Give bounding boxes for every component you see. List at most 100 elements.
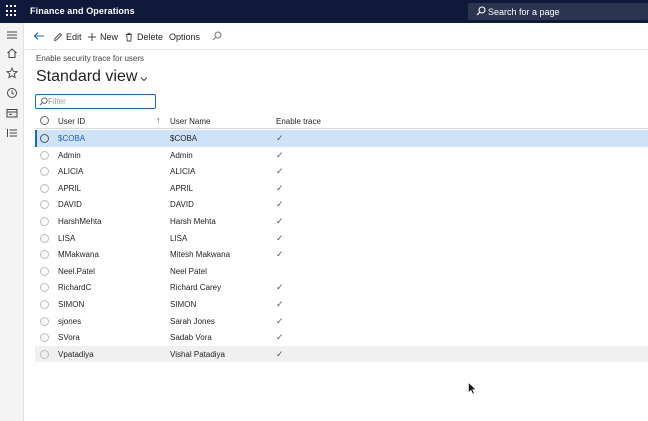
list-icon[interactable] (6, 127, 18, 139)
options-button[interactable]: Options (169, 30, 200, 44)
row-select-radio[interactable] (40, 250, 49, 260)
cell-user-id[interactable]: $COBA (58, 134, 85, 143)
row-select-radio[interactable] (40, 183, 49, 193)
table-row[interactable]: Neel.Patel Neel Patel (35, 263, 648, 280)
column-header-user-id[interactable]: User ID (58, 117, 85, 126)
workspace-icon[interactable] (6, 107, 18, 119)
row-select-radio[interactable] (40, 300, 49, 309)
home-icon[interactable] (6, 47, 18, 59)
row-select-radio[interactable] (40, 316, 49, 326)
column-header-enable-trace[interactable]: Enable trace (276, 117, 321, 126)
back-arrow-icon[interactable] (33, 31, 45, 41)
filter-input[interactable] (48, 96, 153, 107)
cell-user-name: Neel Patel (170, 266, 207, 276)
cell-user-id[interactable]: Admin (58, 151, 81, 160)
cell-user-id[interactable]: LISA (58, 234, 75, 243)
table-row[interactable]: SVora Sadab Vora ✓ (35, 329, 648, 346)
cell-user-name: Sadab Vora (170, 333, 212, 343)
enable-trace-checkmark[interactable]: ✓ (276, 199, 284, 210)
main-content: Edit New Delete Options Enable security … (24, 23, 648, 421)
cell-user-id[interactable]: RichardC (58, 283, 91, 292)
table-row[interactable]: ALICIA ALICIA ✓ (35, 163, 648, 180)
cell-user-name: Harsh Mehta (170, 217, 216, 226)
table-row[interactable]: DAVID DAVID ✓ (35, 196, 648, 213)
table-row[interactable]: RichardC Richard Carey ✓ (35, 279, 648, 296)
cell-user-name: ALICIA (170, 167, 196, 177)
row-select-radio[interactable] (40, 150, 49, 160)
enable-trace-checkmark[interactable]: ✓ (276, 133, 284, 144)
column-header-user-name[interactable]: User Name (170, 117, 210, 126)
delete-button[interactable]: Delete (124, 30, 163, 44)
app-header: Finance and Operations Search for a page (0, 0, 648, 23)
cell-user-name: $COBA (170, 134, 198, 143)
select-all-radio[interactable] (40, 116, 49, 125)
table-row[interactable]: Admin Admin ✓ (35, 147, 648, 164)
row-select-radio[interactable] (40, 167, 49, 177)
cell-user-id[interactable]: SIMON (58, 300, 84, 309)
action-search-icon[interactable] (212, 31, 222, 41)
mouse-pointer-icon (468, 382, 477, 395)
row-select-radio[interactable] (40, 333, 49, 343)
cell-user-id[interactable]: ALICIA (58, 167, 83, 176)
edit-button-label: Edit (66, 32, 82, 42)
table-row[interactable]: APRIL APRIL ✓ (35, 180, 648, 197)
row-select-radio[interactable] (40, 134, 49, 143)
table-row[interactable]: MMakwana Mitesh Makwana ✓ (35, 246, 648, 263)
chevron-down-icon (141, 76, 148, 81)
row-select-radio[interactable] (40, 217, 49, 226)
page-search-box[interactable]: Search for a page (468, 3, 648, 20)
cell-user-id[interactable]: Neel.Patel (58, 267, 95, 276)
cell-user-id[interactable]: HarshMehta (58, 217, 102, 226)
table-row[interactable]: LISA LISA ✓ (35, 230, 648, 247)
clock-icon[interactable] (6, 87, 18, 99)
row-select-radio[interactable] (40, 283, 49, 293)
edit-button[interactable]: Edit (53, 30, 82, 44)
table-row[interactable]: SIMON SIMON ✓ (35, 296, 648, 313)
enable-trace-checkmark[interactable]: ✓ (276, 299, 284, 310)
cell-user-id[interactable]: MMakwana (58, 250, 99, 259)
enable-trace-checkmark[interactable]: ✓ (276, 166, 284, 177)
cell-user-name: SIMON (170, 300, 197, 309)
sort-ascending-icon[interactable]: ↑ (156, 115, 161, 125)
row-select-radio[interactable] (40, 266, 49, 276)
star-icon[interactable] (6, 67, 18, 79)
enable-trace-checkmark[interactable]: ✓ (276, 183, 284, 194)
table-row[interactable]: HarshMehta Harsh Mehta ✓ (35, 213, 648, 230)
row-select-radio[interactable] (40, 233, 49, 243)
new-button[interactable]: New (87, 30, 118, 44)
trash-icon (126, 32, 132, 42)
app-launcher-icon[interactable] (6, 5, 18, 17)
cell-user-id[interactable]: DAVID (58, 200, 82, 209)
page-caption: Enable security trace for users (36, 54, 145, 63)
delete-button-label: Delete (137, 32, 164, 42)
enable-trace-checkmark[interactable]: ✓ (276, 332, 284, 343)
enable-trace-checkmark[interactable]: ✓ (276, 233, 284, 244)
view-selector[interactable]: Standard view (36, 68, 148, 86)
table-row[interactable]: Vpatadiya Vishal Patadiya ✓ (35, 345, 648, 363)
cell-user-id[interactable]: SVora (58, 333, 80, 342)
menu-icon[interactable] (6, 29, 18, 41)
cell-user-id[interactable]: APRIL (58, 184, 81, 193)
enable-trace-checkmark[interactable]: ✓ (276, 216, 284, 227)
enable-trace-checkmark[interactable]: ✓ (276, 282, 284, 293)
enable-trace-checkmark[interactable]: ✓ (276, 349, 284, 360)
cell-user-name: Admin (170, 150, 193, 160)
search-icon (476, 6, 486, 16)
enable-trace-checkmark[interactable]: ✓ (276, 150, 284, 161)
row-select-radio[interactable] (40, 349, 49, 359)
cell-user-id[interactable]: sjones (58, 317, 81, 326)
table-row[interactable]: $COBA $COBA ✓ (35, 130, 648, 147)
filter-search-icon (39, 97, 48, 106)
cell-user-id[interactable]: Vpatadiya (58, 350, 94, 359)
enable-trace-checkmark[interactable]: ✓ (276, 316, 284, 327)
app-title[interactable]: Finance and Operations (30, 6, 135, 16)
enable-trace-checkmark[interactable]: ✓ (276, 249, 284, 260)
filter-box[interactable] (35, 94, 156, 109)
cell-user-name: LISA (170, 233, 188, 243)
cell-user-name: APRIL (170, 183, 194, 193)
options-button-label: Options (169, 32, 201, 42)
row-select-radio[interactable] (40, 200, 49, 210)
table-row[interactable]: sjones Sarah Jones ✓ (35, 313, 648, 330)
pencil-icon (53, 32, 63, 42)
navigation-rail (0, 23, 24, 421)
